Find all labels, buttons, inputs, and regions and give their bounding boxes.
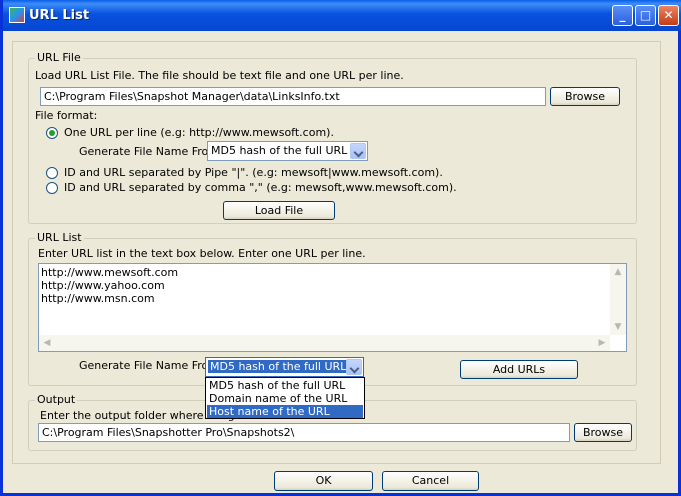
dropdown-option-domain[interactable]: Domain name of the URL xyxy=(207,392,363,405)
ok-button[interactable]: OK xyxy=(274,471,373,491)
maximize-button[interactable]: □ xyxy=(635,5,656,26)
scroll-down-icon[interactable]: ▼ xyxy=(610,319,626,335)
url-list-legend: URL List xyxy=(35,231,84,244)
url-list-textarea[interactable]: http://www.mewsoft.com http://www.yahoo.… xyxy=(38,263,627,352)
url-list-description: Enter URL list in the text box below. En… xyxy=(38,247,366,260)
url-file-legend: URL File xyxy=(35,51,83,64)
list-generate-label: Generate File Name From: xyxy=(79,359,223,372)
horizontal-scrollbar[interactable]: ◀ ▶ xyxy=(39,335,610,351)
scroll-right-icon[interactable]: ▶ xyxy=(594,335,610,351)
dropdown-option-md5[interactable]: MD5 hash of the full URL xyxy=(207,379,363,392)
radio-pipe[interactable] xyxy=(46,167,58,179)
minimize-button[interactable]: _ xyxy=(612,5,633,26)
radio-pipe-label: ID and URL separated by Pipe "|". (e.g: … xyxy=(64,166,443,179)
url-list-window: URL List _ □ ✕ URL File Load URL List Fi… xyxy=(0,0,681,496)
generate-dropdown-list[interactable]: MD5 hash of the full URL Domain name of … xyxy=(205,377,365,419)
load-file-button[interactable]: Load File xyxy=(223,201,335,220)
radio-comma-label: ID and URL separated by comma "," (e.g: … xyxy=(64,181,457,194)
file-format-label: File format: xyxy=(35,109,98,122)
output-legend: Output xyxy=(35,393,78,406)
window-title: URL List xyxy=(29,8,90,23)
url-line: http://www.yahoo.com xyxy=(41,279,165,292)
file-generate-value: MD5 hash of the full URL xyxy=(211,144,348,157)
cancel-button[interactable]: Cancel xyxy=(382,471,479,491)
radio-one-per-line-label: One URL per line (e.g: http://www.mewsof… xyxy=(64,126,334,139)
radio-one-per-line[interactable] xyxy=(46,127,58,139)
scroll-up-icon[interactable]: ▲ xyxy=(610,264,626,280)
output-browse-button[interactable]: Browse xyxy=(574,423,632,442)
url-line: http://www.mewsoft.com xyxy=(41,266,179,279)
vertical-scrollbar[interactable]: ▲ ▼ xyxy=(610,264,626,335)
file-generate-label: Generate File Name From: xyxy=(79,145,223,158)
url-line: http://www.msn.com xyxy=(41,292,155,305)
add-urls-button[interactable]: Add URLs xyxy=(460,360,578,379)
url-file-description: Load URL List File. The file should be t… xyxy=(35,69,404,82)
app-icon xyxy=(9,7,25,23)
url-file-path-input[interactable]: C:\Program Files\Snapshot Manager\data\L… xyxy=(40,87,546,106)
title-bar[interactable]: URL List _ □ ✕ xyxy=(3,0,681,31)
url-file-browse-button[interactable]: Browse xyxy=(550,87,620,106)
list-generate-select[interactable]: MD5 hash of the full URL xyxy=(205,357,364,377)
radio-comma[interactable] xyxy=(46,182,58,194)
chevron-down-icon[interactable] xyxy=(350,143,366,159)
scroll-left-icon[interactable]: ◀ xyxy=(39,335,55,351)
list-generate-value: MD5 hash of the full URL xyxy=(208,360,349,373)
close-button[interactable]: ✕ xyxy=(658,5,679,26)
chevron-down-icon[interactable] xyxy=(346,359,362,375)
file-generate-select[interactable]: MD5 hash of the full URL xyxy=(207,141,368,161)
dropdown-option-host[interactable]: Host name of the URL xyxy=(207,405,363,418)
output-path-input[interactable]: C:\Program Files\Snapshotter Pro\Snapsho… xyxy=(38,423,570,442)
